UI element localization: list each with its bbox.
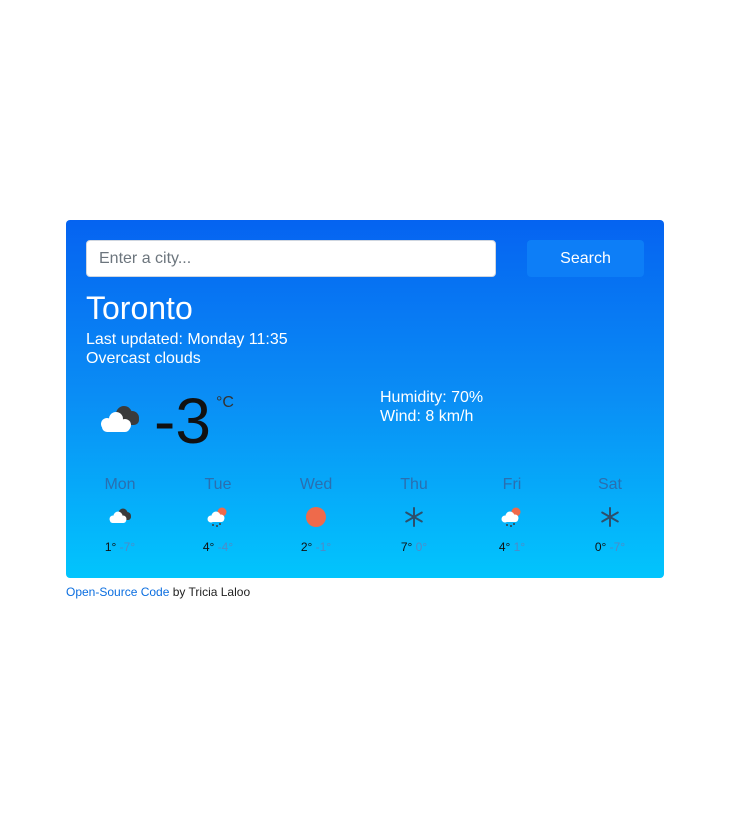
forecast-day: Wed 2° -1° xyxy=(267,475,365,555)
open-source-code-link[interactable]: Open-Source Code xyxy=(66,585,169,599)
city-search-input[interactable] xyxy=(86,240,496,277)
snow-sun-cloud-icon xyxy=(207,507,227,527)
forecast-day: Sat 0° -7° xyxy=(561,475,659,555)
sun-icon xyxy=(306,507,326,527)
forecast-day: Mon 1° -7° xyxy=(71,475,169,555)
forecast-min: -4° xyxy=(217,540,234,554)
forecast-temps: 4° 1° xyxy=(463,539,561,555)
forecast-temps: 4° -4° xyxy=(169,539,267,555)
forecast-day-name: Fri xyxy=(502,476,522,493)
author-credit: by Tricia Laloo xyxy=(169,585,251,599)
current-temperature: -3 xyxy=(154,385,211,457)
forecast-day-name: Mon xyxy=(104,476,136,493)
weather-details: Humidity: 70% Wind: 8 km/h xyxy=(380,388,483,426)
forecast-day-name: Sat xyxy=(597,476,622,493)
last-updated: Last updated: Monday 11:35 xyxy=(86,331,288,348)
forecast-max: 4° xyxy=(202,540,215,554)
forecast-row: Mon 1° -7° Tue 4° -4° Wed 2° -1° Thu 7° … xyxy=(71,475,659,555)
forecast-day-name: Thu xyxy=(400,476,428,493)
forecast-temps: 2° -1° xyxy=(267,539,365,555)
footer-credit: Open-Source Code by Tricia Laloo xyxy=(66,584,250,600)
forecast-max: 4° xyxy=(498,540,511,554)
snow-sun-cloud-icon xyxy=(501,507,521,527)
forecast-temps: 7° 0° xyxy=(365,539,463,555)
forecast-day-name: Tue xyxy=(204,476,232,493)
forecast-day: Fri 4° 1° xyxy=(463,475,561,555)
wind-value: Wind: 8 km/h xyxy=(380,408,474,425)
forecast-max: 0° xyxy=(594,540,607,554)
snowflake-icon xyxy=(601,507,619,527)
forecast-min: -7° xyxy=(119,540,136,554)
weather-card: Search Toronto Last updated: Monday 11:3… xyxy=(66,220,664,578)
overcast-clouds-icon xyxy=(101,406,139,432)
forecast-day-name: Wed xyxy=(299,476,333,493)
snowflake-icon xyxy=(405,507,423,527)
forecast-day: Thu 7° 0° xyxy=(365,475,463,555)
forecast-min: 1° xyxy=(513,540,526,554)
forecast-max: 7° xyxy=(400,540,413,554)
city-name: Toronto xyxy=(86,290,193,326)
forecast-day: Tue 4° -4° xyxy=(169,475,267,555)
humidity-value: Humidity: 70% xyxy=(380,389,484,406)
forecast-temps: 0° -7° xyxy=(561,539,659,555)
cloudy-icon xyxy=(109,508,131,523)
forecast-min: -7° xyxy=(609,540,626,554)
forecast-max: 1° xyxy=(104,540,117,554)
search-button[interactable]: Search xyxy=(527,240,644,277)
forecast-min: 0° xyxy=(415,540,428,554)
temperature-unit[interactable]: °C xyxy=(216,394,234,412)
weather-description: Overcast clouds xyxy=(86,350,201,367)
forecast-temps: 1° -7° xyxy=(71,539,169,555)
forecast-min: -1° xyxy=(315,540,332,554)
forecast-max: 2° xyxy=(300,540,313,554)
